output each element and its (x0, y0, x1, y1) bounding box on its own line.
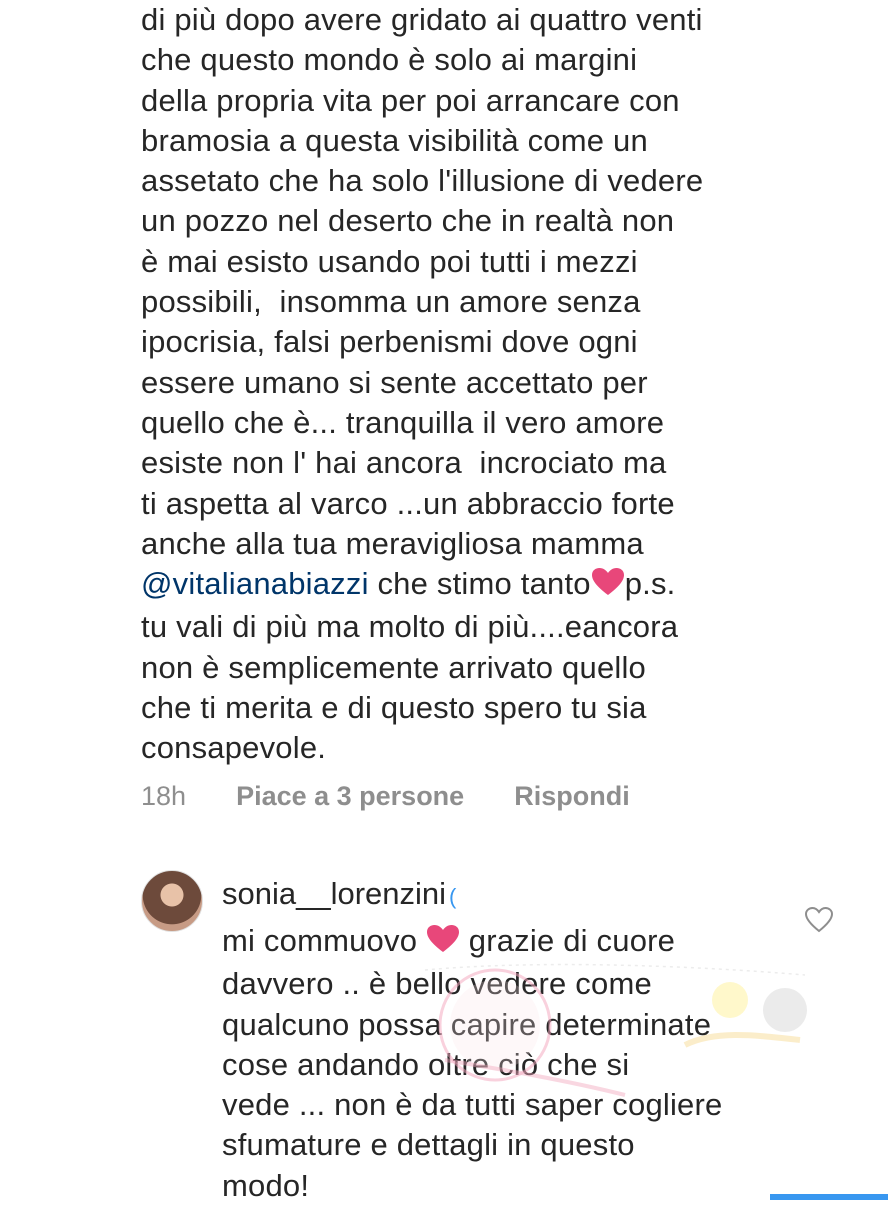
comment-line: esiste non l' hai ancora incrociato ma (141, 445, 667, 481)
comment-line: assetato che ha solo l'illusione di vede… (141, 163, 704, 199)
mention-tail-text: p.s. (624, 566, 676, 602)
comment-likes-link[interactable]: Piace a 3 persone (236, 781, 464, 812)
reply-line-end: grazie di cuore (459, 923, 676, 958)
reply-line: vede ... non è da tutti saper cogliere (222, 1087, 723, 1123)
comment-line: un pozzo nel deserto che in realtà non (141, 203, 675, 239)
comment-body: di più dopo avere gridato ai quattro ven… (141, 0, 781, 769)
comment-timestamp: 18h (141, 780, 187, 811)
reply-line: sfumature e dettagli in questo (222, 1127, 635, 1163)
comment-line: essere umano si sente accettato per (141, 364, 648, 400)
comment-line: della propria vita per poi arrancare con (141, 82, 680, 118)
comment-line: consapevole. (141, 730, 327, 766)
comment-line: che questo mondo è solo ai margini (141, 42, 638, 78)
mention-link[interactable]: @vitalianabiazzi (141, 566, 369, 601)
comment-line: ipocrisia, falsi perbenismi dove ogni (141, 324, 638, 360)
avatar[interactable] (141, 870, 203, 932)
mention-after-text: che stimo tanto (368, 566, 591, 602)
comment-line: che ti merita e di questo spero tu sia (141, 690, 647, 726)
comment-line: è mai esisto usando poi tutti i mezzi (141, 243, 638, 279)
comment-line: tu vali di più ma molto di più....eancor… (141, 609, 679, 645)
comment-line: non è semplicemente arrivato quello (141, 649, 646, 685)
comment-line: di più dopo avere gridato ai quattro ven… (141, 2, 703, 37)
reply-button[interactable]: Rispondi (514, 781, 630, 812)
comment-meta: 18h Piace a 3 persone Rispondi (141, 776, 630, 816)
reply-comment: sonia__lorenzini( mi commuovo grazie di … (222, 874, 822, 1206)
comment-mention-line: @vitalianabiazzi che stimo tanto p.s. (141, 564, 781, 607)
heart-emoji-icon (591, 567, 625, 607)
reply-line: cose andando oltre ciò che si (222, 1046, 630, 1082)
heart-emoji-icon (426, 924, 460, 964)
reply-line: qualcuno possa capire determinate (222, 1006, 712, 1042)
username-link[interactable]: sonia__lorenzini (222, 876, 446, 911)
reply-first-line: mi commuovo grazie di cuore (222, 921, 822, 964)
comment-line: anche alla tua meravigliosa mamma (141, 525, 644, 561)
reply-username-row: sonia__lorenzini( (222, 874, 822, 917)
verified-badge-icon: ( (449, 884, 457, 909)
reply-line-start: mi commuovo (222, 923, 426, 958)
scroll-indicator (770, 1194, 888, 1200)
comment-line: ti aspetta al varco ...un abbraccio fort… (141, 485, 675, 521)
reply-comment-body: mi commuovo grazie di cuore davvero .. è… (222, 921, 822, 1206)
heart-outline-icon[interactable] (804, 906, 834, 934)
comment-line: possibili, insomma un amore senza (141, 284, 641, 320)
reply-line: davvero .. è bello vedere come (222, 966, 652, 1002)
comment-line: bramosia a questa visibilità come un (141, 122, 648, 158)
comment-line: quello che è... tranquilla il vero amore (141, 404, 665, 440)
